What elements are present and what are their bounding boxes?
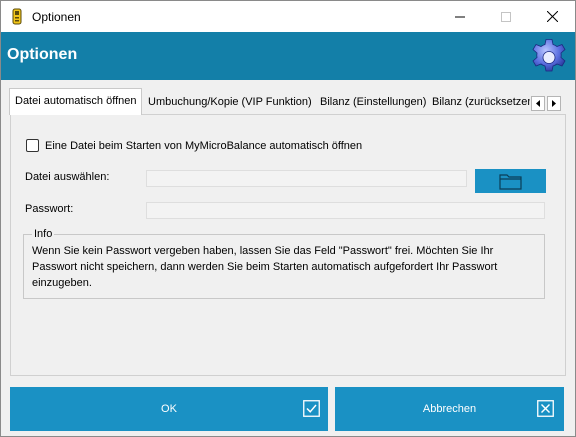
tab-scroll-right-button[interactable]: [547, 96, 561, 111]
x-box-icon: [537, 400, 554, 417]
check-box-icon: [303, 400, 320, 417]
cancel-button-label: Abbrechen: [422, 403, 477, 415]
window-title: Optionen: [32, 10, 81, 24]
file-path-input[interactable]: [146, 170, 467, 187]
info-title: Info: [32, 228, 55, 240]
close-button[interactable]: [529, 1, 575, 32]
info-text: Wenn Sie kein Passwort vergeben haben, l…: [32, 245, 498, 289]
minimize-button[interactable]: [437, 1, 483, 32]
password-label: Passwort:: [25, 203, 74, 215]
ok-button-label: OK: [161, 403, 177, 415]
chevron-right-icon: [552, 100, 556, 107]
file-label: Datei auswählen:: [25, 171, 110, 183]
folder-icon: [498, 174, 522, 190]
password-input[interactable]: [146, 202, 545, 219]
page-title: Optionen: [7, 46, 78, 63]
ok-button[interactable]: OK: [10, 387, 328, 431]
tab-umbuchung-kopie[interactable]: Umbuchung/Kopie (VIP Funktion): [145, 92, 314, 114]
autoopen-checkbox[interactable]: [26, 139, 39, 152]
cancel-button[interactable]: Abbrechen: [335, 387, 564, 431]
app-icon: [12, 8, 22, 25]
close-icon: [546, 11, 558, 22]
maximize-button[interactable]: [483, 1, 529, 32]
autoopen-checkbox-label[interactable]: Eine Datei beim Starten von MyMicroBalan…: [45, 140, 362, 152]
title-bar[interactable]: Optionen: [1, 1, 575, 32]
tab-strip: Datei automatisch öffnen Umbuchung/Kopie…: [9, 88, 566, 115]
info-groupbox: Info Wenn Sie kein Passwort vergeben hab…: [23, 228, 545, 299]
browse-file-button[interactable]: [475, 169, 546, 193]
tab-bilanz-einstellungen[interactable]: Bilanz (Einstellungen): [317, 92, 427, 114]
minimize-icon: [455, 16, 465, 17]
chevron-left-icon: [536, 100, 540, 107]
maximize-icon: [501, 11, 511, 22]
header-band: Optionen: [1, 32, 575, 80]
gear-icon: [532, 39, 566, 72]
options-window: Optionen Optionen Datei automatisch öffn…: [0, 0, 576, 437]
tab-datei-automatisch-oeffnen[interactable]: Datei automatisch öffnen: [9, 88, 142, 115]
tab-bilanz-zuruecksetzen[interactable]: Bilanz (zurücksetzen): [429, 92, 530, 114]
tab-scroll-left-button[interactable]: [531, 96, 545, 111]
autoopen-checkbox-row[interactable]: Eine Datei beim Starten von MyMicroBalan…: [26, 139, 362, 152]
tab-panel: Eine Datei beim Starten von MyMicroBalan…: [10, 114, 566, 376]
